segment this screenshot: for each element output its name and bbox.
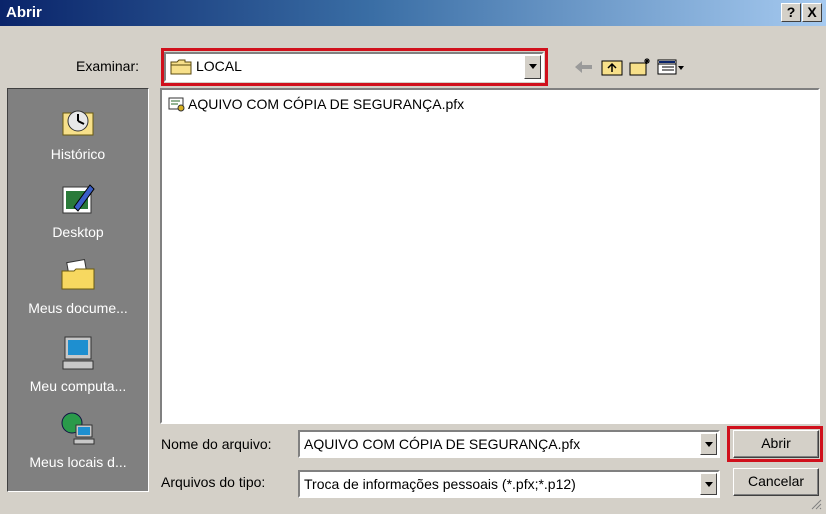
file-item[interactable]: AQUIVO COM CÓPIA DE SEGURANÇA.pfx — [168, 96, 464, 112]
chevron-down-icon[interactable] — [700, 433, 717, 455]
certificate-file-icon — [168, 97, 185, 112]
window-title: Abrir — [6, 4, 42, 21]
file-name: AQUIVO COM CÓPIA DE SEGURANÇA.pfx — [188, 96, 465, 112]
cancel-button[interactable]: Cancelar — [733, 468, 819, 496]
places-bar: Histórico Desktop Meus docume... Meu com… — [7, 88, 149, 492]
place-label: Meus docume... — [28, 300, 128, 316]
desktop-icon — [62, 184, 95, 214]
place-label: Meu computa... — [29, 378, 127, 394]
history-icon — [62, 110, 94, 136]
new-folder-icon[interactable] — [628, 56, 652, 78]
close-button[interactable]: X — [802, 3, 822, 22]
file-list[interactable]: AQUIVO COM CÓPIA DE SEGURANÇA.pfx — [160, 88, 820, 424]
filename-label: Nome do arquivo: — [161, 436, 272, 452]
place-history[interactable]: Histórico — [8, 103, 148, 162]
up-folder-icon[interactable] — [600, 56, 624, 78]
filename-input[interactable]: AQUIVO COM CÓPIA DE SEGURANÇA.pfx — [298, 430, 720, 458]
network-places-icon — [61, 412, 95, 445]
look-in-highlight — [161, 48, 548, 86]
my-documents-icon — [61, 258, 95, 290]
place-my-documents[interactable]: Meus docume... — [8, 257, 148, 316]
resize-grip-icon[interactable] — [810, 498, 822, 510]
place-label: Meus locais d... — [29, 454, 127, 470]
chevron-down-icon[interactable] — [700, 473, 717, 495]
place-label: Desktop — [52, 224, 104, 240]
view-menu-icon[interactable] — [656, 56, 686, 78]
place-label: Histórico — [50, 146, 106, 162]
filetype-select[interactable]: Troca de informações pessoais (*.pfx;*.p… — [298, 470, 720, 498]
my-computer-icon — [62, 336, 94, 370]
place-my-computer[interactable]: Meu computa... — [8, 335, 148, 394]
filetype-label: Arquivos do tipo: — [161, 474, 266, 490]
filename-value: AQUIVO COM CÓPIA DE SEGURANÇA.pfx — [304, 436, 581, 452]
look-in-label: Examinar: — [76, 58, 140, 74]
filetype-value: Troca de informações pessoais (*.pfx;*.p… — [304, 476, 576, 492]
back-icon[interactable] — [572, 56, 596, 78]
open-button-highlight — [727, 426, 823, 462]
place-network[interactable]: Meus locais d... — [8, 411, 148, 470]
help-button[interactable]: ? — [781, 3, 801, 22]
title-bar: Abrir ? X — [0, 0, 826, 26]
place-desktop[interactable]: Desktop — [8, 181, 148, 240]
